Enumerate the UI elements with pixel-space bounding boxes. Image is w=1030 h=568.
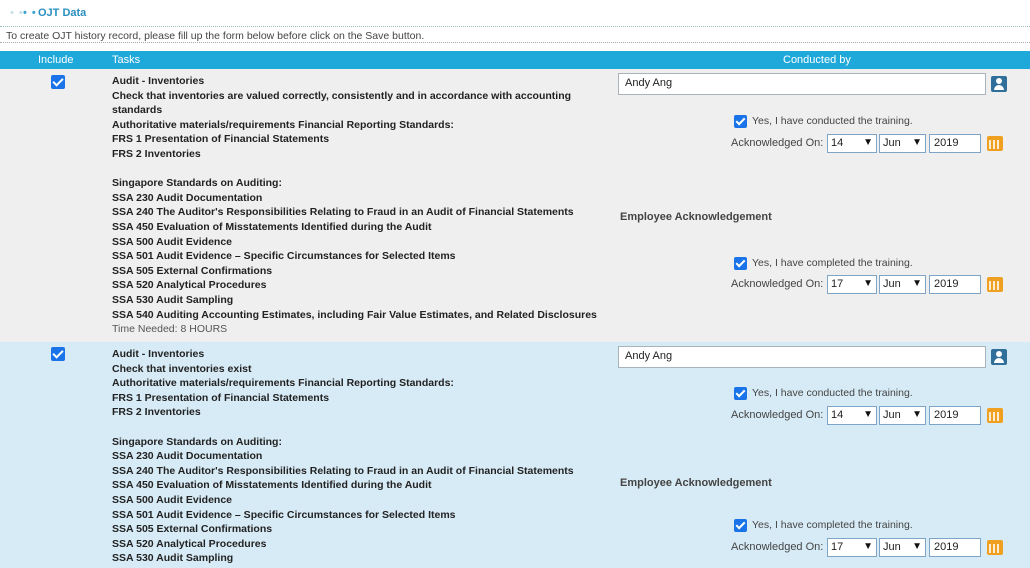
task-line: FRS 1 Presentation of Financial Statemen… bbox=[112, 391, 330, 404]
task-line: SSA 500 Audit Evidence bbox=[112, 235, 233, 248]
chevron-down-icon: ▼ bbox=[912, 541, 922, 552]
task-line: Authoritative materials/requirements Fin… bbox=[112, 377, 454, 390]
conducted-by-input[interactable]: Andy Ang bbox=[618, 346, 986, 368]
year-input[interactable]: 2019 bbox=[929, 275, 981, 294]
time-needed: Time Needed: 8 HOURS bbox=[112, 323, 228, 336]
task-line: FRS 2 Inventories bbox=[112, 406, 201, 419]
day-value: 14 bbox=[831, 409, 844, 421]
month-value: Jun bbox=[883, 541, 901, 553]
conducted-confirm-checkbox[interactable] bbox=[734, 115, 747, 128]
completed-confirm-label: Yes, I have completed the training. bbox=[752, 257, 913, 269]
task-line: FRS 1 Presentation of Financial Statemen… bbox=[112, 133, 330, 146]
task-line: Check that inventories exist bbox=[112, 362, 252, 375]
month-value: Jun bbox=[883, 409, 901, 421]
month-value: Jun bbox=[883, 278, 901, 290]
task-line: Check that inventories are valued correc… bbox=[112, 89, 572, 102]
task-line: SSA 450 Evaluation of Misstatements Iden… bbox=[112, 220, 432, 233]
acknowledged-on-label: Acknowledged On: bbox=[731, 278, 824, 290]
task-line: standards bbox=[112, 104, 163, 117]
conducted-confirm-label: Yes, I have conducted the training. bbox=[752, 387, 913, 399]
include-checkbox[interactable] bbox=[51, 75, 65, 89]
task-line: Audit - Inventories bbox=[112, 75, 205, 87]
task-line: SSA 520 Analytical Procedures bbox=[112, 537, 267, 550]
conducted-by-input[interactable]: Andy Ang bbox=[618, 73, 986, 95]
acknowledged-on-label: Acknowledged On: bbox=[731, 137, 824, 149]
task-line: SSA 505 External Confirmations bbox=[112, 264, 273, 277]
column-header-include: Include bbox=[38, 54, 74, 66]
task-line: SSA 501 Audit Evidence – Specific Circum… bbox=[112, 250, 456, 263]
task-line: SSA 230 Audit Documentation bbox=[112, 191, 263, 204]
table-header: Include Tasks Conducted by bbox=[0, 51, 1030, 69]
task-description: Audit - Inventories Check that inventori… bbox=[112, 74, 602, 337]
day-value: 14 bbox=[831, 137, 844, 149]
day-select[interactable]: 14 ▼ bbox=[827, 406, 877, 425]
divider bbox=[0, 42, 1030, 43]
task-line: Authoritative materials/requirements Fin… bbox=[112, 118, 454, 131]
day-select[interactable]: 14 ▼ bbox=[827, 134, 877, 153]
completed-confirm-checkbox[interactable] bbox=[734, 257, 747, 270]
column-header-tasks: Tasks bbox=[112, 54, 141, 66]
column-header-conducted-by: Conducted by bbox=[783, 54, 851, 66]
conducted-confirm-checkbox[interactable] bbox=[734, 387, 747, 400]
task-line: SSA 240 The Auditor's Responsibilities R… bbox=[112, 464, 574, 477]
calendar-icon[interactable] bbox=[987, 408, 1003, 423]
employee-acknowledgement-title: Employee Acknowledgement bbox=[620, 477, 772, 489]
person-lookup-icon[interactable] bbox=[991, 76, 1007, 92]
calendar-icon[interactable] bbox=[987, 277, 1003, 292]
chevron-down-icon: ▼ bbox=[863, 137, 873, 148]
acknowledged-on-label: Acknowledged On: bbox=[731, 541, 824, 553]
task-gap bbox=[112, 420, 602, 435]
chevron-down-icon: ▼ bbox=[863, 278, 873, 289]
task-line: SSA 530 Audit Sampling bbox=[112, 552, 234, 565]
task-line: FRS 2 Inventories bbox=[112, 147, 201, 160]
completed-confirm-checkbox[interactable] bbox=[734, 519, 747, 532]
task-line: SSA 450 Evaluation of Misstatements Iden… bbox=[112, 479, 432, 492]
section-title: OJT Data bbox=[38, 7, 87, 19]
task-description: Audit - Inventories Check that inventori… bbox=[112, 347, 602, 566]
chevron-down-icon: ▼ bbox=[912, 137, 922, 148]
task-line: SSA 540 Auditing Accounting Estimates, i… bbox=[112, 308, 597, 321]
task-line: SSA 501 Audit Evidence – Specific Circum… bbox=[112, 508, 456, 521]
month-select[interactable]: Jun ▼ bbox=[879, 275, 926, 294]
month-value: Jun bbox=[883, 137, 901, 149]
acknowledged-on-label: Acknowledged On: bbox=[731, 409, 824, 421]
header-dots-dark: • • bbox=[23, 7, 37, 19]
completed-confirm-label: Yes, I have completed the training. bbox=[752, 519, 913, 531]
chevron-down-icon: ▼ bbox=[912, 409, 922, 420]
task-line: SSA 530 Audit Sampling bbox=[112, 293, 234, 306]
include-checkbox[interactable] bbox=[51, 347, 65, 361]
day-select[interactable]: 17 ▼ bbox=[827, 538, 877, 557]
day-select[interactable]: 17 ▼ bbox=[827, 275, 877, 294]
task-line: SSA 240 The Auditor's Responsibilities R… bbox=[112, 206, 574, 219]
chevron-down-icon: ▼ bbox=[863, 409, 873, 420]
month-select[interactable]: Jun ▼ bbox=[879, 406, 926, 425]
day-value: 17 bbox=[831, 541, 844, 553]
year-input[interactable]: 2019 bbox=[929, 134, 981, 153]
calendar-icon[interactable] bbox=[987, 136, 1003, 151]
task-line: SSA 230 Audit Documentation bbox=[112, 450, 263, 463]
chevron-down-icon: ▼ bbox=[863, 541, 873, 552]
year-input[interactable]: 2019 bbox=[929, 406, 981, 425]
table-row: Audit - Inventories Check that inventori… bbox=[0, 342, 1030, 568]
task-line: Audit - Inventories bbox=[112, 348, 205, 360]
task-line: SSA 500 Audit Evidence bbox=[112, 493, 233, 506]
task-line: Singapore Standards on Auditing: bbox=[112, 177, 282, 190]
task-line: Singapore Standards on Auditing: bbox=[112, 435, 282, 448]
month-select[interactable]: Jun ▼ bbox=[879, 538, 926, 557]
table-row: Audit - Inventories Check that inventori… bbox=[0, 69, 1030, 342]
task-gap bbox=[112, 162, 602, 177]
task-line: SSA 520 Analytical Procedures bbox=[112, 279, 267, 292]
section-header: • • • • OJT Data bbox=[0, 0, 1030, 27]
employee-acknowledgement-title: Employee Acknowledgement bbox=[620, 211, 772, 223]
task-line: SSA 505 External Confirmations bbox=[112, 523, 273, 536]
header-dots-light: • • bbox=[10, 7, 24, 19]
person-lookup-icon[interactable] bbox=[991, 349, 1007, 365]
calendar-icon[interactable] bbox=[987, 540, 1003, 555]
chevron-down-icon: ▼ bbox=[912, 278, 922, 289]
conducted-confirm-label: Yes, I have conducted the training. bbox=[752, 115, 913, 127]
day-value: 17 bbox=[831, 278, 844, 290]
year-input[interactable]: 2019 bbox=[929, 538, 981, 557]
month-select[interactable]: Jun ▼ bbox=[879, 134, 926, 153]
instructions-text: To create OJT history record, please fil… bbox=[6, 30, 425, 42]
